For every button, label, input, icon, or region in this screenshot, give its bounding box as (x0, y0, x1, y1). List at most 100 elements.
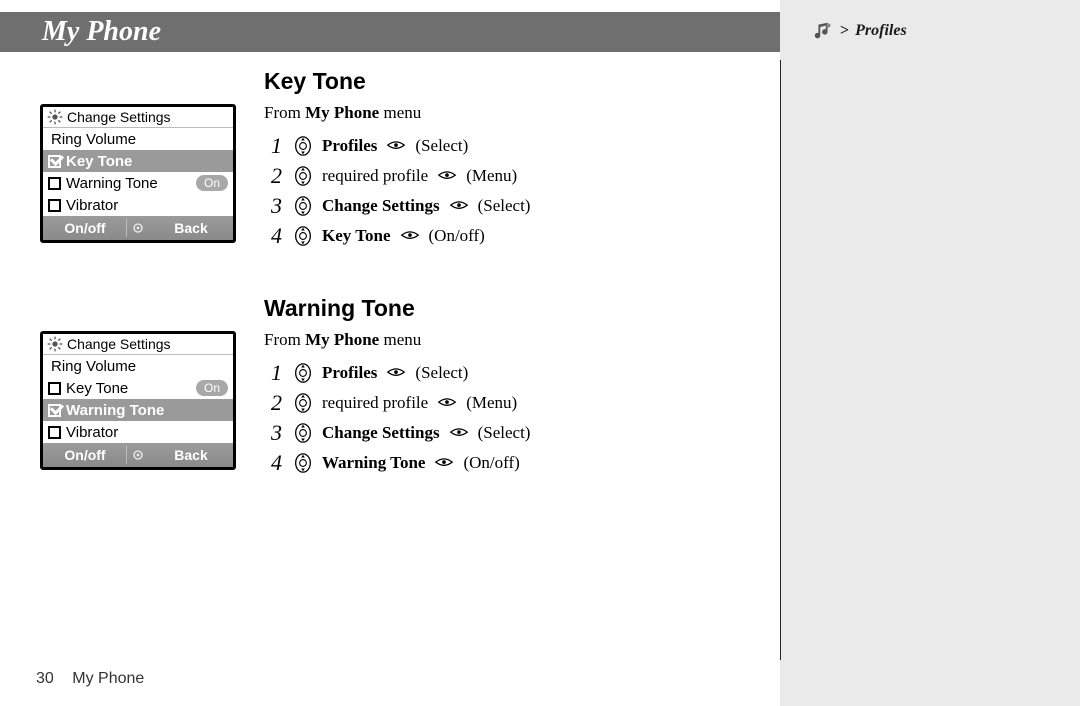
list-item[interactable]: Ring Volume (43, 128, 233, 150)
instructions: Warning Tone From My Phone menu 1 Profil… (264, 295, 724, 478)
phone-screenshot: Change Settings Ring Volume Key Tone War… (40, 104, 236, 243)
step-action: (On/off) (463, 453, 519, 473)
list-item-label: Key Tone (66, 153, 228, 170)
select-key-icon (433, 452, 455, 474)
screen-title: Change Settings (67, 336, 171, 352)
from-bold: My Phone (305, 330, 379, 349)
step: 4 Warning Tone (On/off) (264, 448, 724, 478)
list-item[interactable]: Key Tone (43, 150, 233, 172)
step-target: Change Settings (322, 196, 440, 216)
softkey-right[interactable]: Back (149, 443, 233, 467)
section-heading: Key Tone (264, 68, 724, 95)
checkbox-icon (48, 199, 61, 212)
list-item[interactable]: Key Tone On (43, 377, 233, 399)
nav-key-icon (292, 225, 314, 247)
step-action: (Select) (478, 196, 531, 216)
step-list: 1 Profiles (Select) 2 required profile (… (264, 358, 724, 478)
from-suffix: menu (379, 103, 421, 122)
step-action: (Menu) (466, 393, 517, 413)
softkey-left[interactable]: On/off (43, 443, 127, 467)
nav-key-icon (292, 392, 314, 414)
select-key-icon (385, 362, 407, 384)
step-target: Change Settings (322, 423, 440, 443)
from-line: From My Phone menu (264, 103, 724, 123)
checkbox-icon (48, 404, 61, 417)
step-target: Profiles (322, 363, 377, 383)
section-warning-tone: Change Settings Ring Volume Key Tone On … (40, 295, 760, 478)
column-divider (780, 60, 781, 660)
list-item-label: Warning Tone (66, 402, 228, 419)
breadcrumb-label: Profiles (855, 22, 907, 40)
step-action: (Select) (415, 136, 468, 156)
nav-key-icon (292, 135, 314, 157)
softkey-center-icon[interactable] (127, 443, 149, 467)
screen-title: Change Settings (67, 109, 171, 125)
breadcrumb: > Profiles (812, 20, 907, 42)
step-number: 4 (264, 450, 282, 476)
step-number: 3 (264, 420, 282, 446)
checkbox-icon (48, 155, 61, 168)
softkey-center-icon[interactable] (127, 216, 149, 240)
nav-key-icon (292, 452, 314, 474)
gear-icon (47, 109, 63, 125)
select-key-icon (448, 195, 470, 217)
nav-key-icon (292, 195, 314, 217)
step-action: (On/off) (429, 226, 485, 246)
step-number: 1 (264, 133, 282, 159)
list-item-label: Key Tone (66, 380, 196, 397)
softkey-left[interactable]: On/off (43, 216, 127, 240)
checkbox-icon (48, 177, 61, 190)
music-note-icon (812, 20, 834, 42)
step-number: 1 (264, 360, 282, 386)
main-content: Change Settings Ring Volume Key Tone War… (40, 68, 760, 522)
step-plain: required profile (322, 166, 428, 186)
list-item-label: Ring Volume (51, 358, 228, 375)
footer-section: My Phone (72, 670, 144, 687)
step-target: Key Tone (322, 226, 391, 246)
status-pill: On (196, 380, 228, 396)
from-suffix: menu (379, 330, 421, 349)
status-pill: On (196, 175, 228, 191)
softkey-bar: On/off Back (43, 443, 233, 467)
list-item-label: Warning Tone (66, 175, 196, 192)
page-footer: 30 My Phone (36, 670, 144, 688)
list-item[interactable]: Warning Tone (43, 399, 233, 421)
step: 3 Change Settings (Select) (264, 418, 724, 448)
from-prefix: From (264, 330, 305, 349)
select-key-icon (436, 165, 458, 187)
select-key-icon (436, 392, 458, 414)
list-item[interactable]: Ring Volume (43, 355, 233, 377)
page-number: 30 (36, 670, 54, 687)
checkbox-icon (48, 426, 61, 439)
step-plain: required profile (322, 393, 428, 413)
checkbox-icon (48, 382, 61, 395)
select-key-icon (448, 422, 470, 444)
from-prefix: From (264, 103, 305, 122)
step: 1 Profiles (Select) (264, 358, 724, 388)
phone-screenshot: Change Settings Ring Volume Key Tone On … (40, 331, 236, 470)
step: 2 required profile (Menu) (264, 388, 724, 418)
page-title: My Phone (42, 16, 161, 47)
section-key-tone: Change Settings Ring Volume Key Tone War… (40, 68, 760, 251)
nav-key-icon (292, 362, 314, 384)
select-key-icon (385, 135, 407, 157)
step: 3 Change Settings (Select) (264, 191, 724, 221)
breadcrumb-arrow: > (840, 22, 849, 40)
step: 1 Profiles (Select) (264, 131, 724, 161)
step-action: (Select) (478, 423, 531, 443)
list-item[interactable]: Vibrator (43, 194, 233, 216)
step-action: (Menu) (466, 166, 517, 186)
step-list: 1 Profiles (Select) 2 required profile (… (264, 131, 724, 251)
step-number: 2 (264, 390, 282, 416)
step-number: 4 (264, 223, 282, 249)
step-number: 2 (264, 163, 282, 189)
list-item[interactable]: Warning Tone On (43, 172, 233, 194)
page-header: My Phone (0, 12, 780, 52)
softkey-right[interactable]: Back (149, 216, 233, 240)
instructions: Key Tone From My Phone menu 1 Profiles (… (264, 68, 724, 251)
list-item[interactable]: Vibrator (43, 421, 233, 443)
step: 4 Key Tone (On/off) (264, 221, 724, 251)
list-item-label: Vibrator (66, 424, 228, 441)
list-item-label: Vibrator (66, 197, 228, 214)
nav-key-icon (292, 165, 314, 187)
